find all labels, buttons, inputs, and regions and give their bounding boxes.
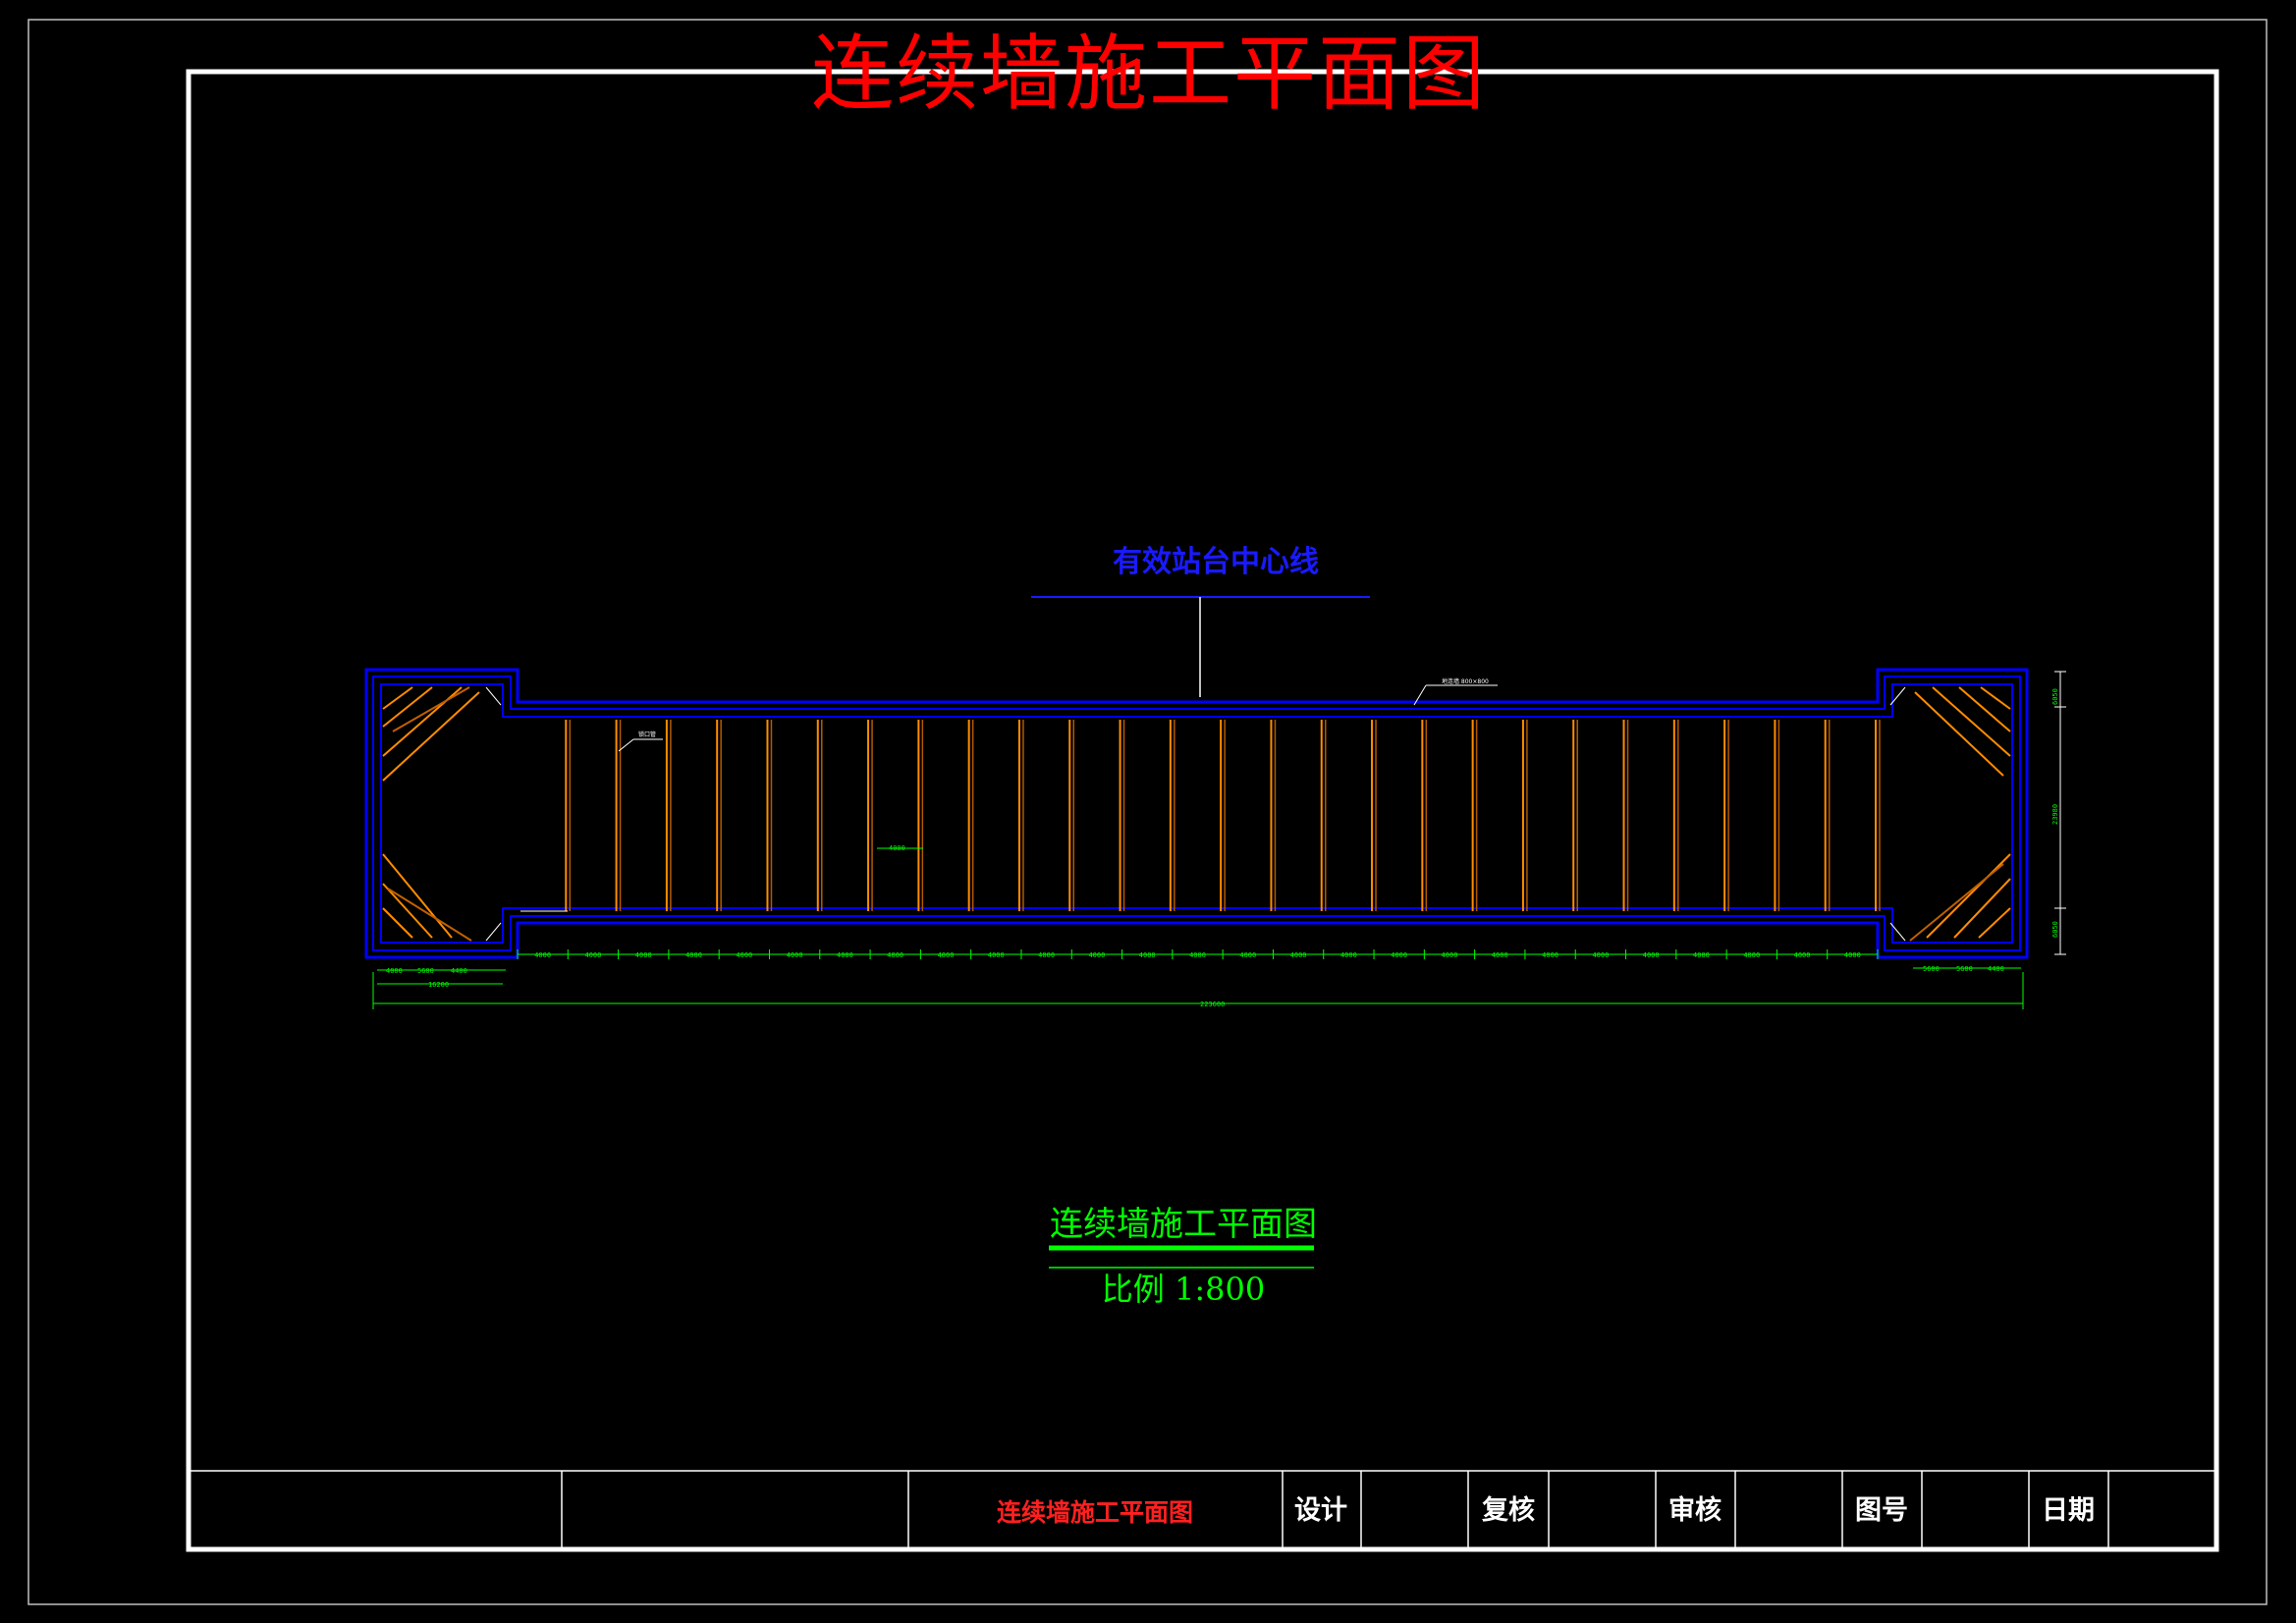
panel-joint: [1320, 720, 1327, 911]
right-dimensions: 6050 23980 6050: [2051, 671, 2066, 955]
bay-dim-label: 4000: [1290, 951, 1307, 959]
bay-dim-label: 4000: [887, 951, 903, 959]
left-shaft-diagonal-bottom: [485, 922, 502, 942]
tb-design-label: 设计: [1294, 1495, 1347, 1526]
bay-dim-label: 4000: [736, 951, 752, 959]
centerline-label: 有效站台中心线: [1113, 545, 1319, 579]
panel-joint: [1672, 720, 1679, 911]
left-end-total: 16200: [428, 981, 449, 989]
panel-joint: [1017, 720, 1024, 911]
tb-drawing-no-label: 图号: [1855, 1495, 1908, 1526]
bay-dim-label: 4000: [1189, 951, 1206, 959]
panel-joint: [1119, 720, 1125, 911]
bay-dim-label: 4000: [988, 951, 1005, 959]
wall-note: 地连墙 800×800: [1442, 677, 1489, 685]
bottom-dimensions: 4000 4000 4000 4000 4000 4000 4000 4000 4000 4000…: [372, 949, 2024, 1009]
bay-dim-label: 4000: [585, 951, 602, 959]
bay-dim-label: 4000: [1693, 951, 1710, 959]
panel-joint: [565, 720, 572, 911]
bay-dim-label: 4000: [685, 951, 702, 959]
bay-dim-label: 4000: [1794, 951, 1811, 959]
left-shaft: [382, 686, 480, 942]
right-end-dim-3: 4400: [1988, 965, 2004, 973]
bay-dim-label: 4000: [837, 951, 853, 959]
panel-joint: [1824, 720, 1831, 911]
bay-dim-label: 4000: [1139, 951, 1156, 959]
bay-dim-label: 4000: [1442, 951, 1458, 959]
drawing-frame: [186, 69, 2219, 1552]
wall-plan: 地连墙 800×800 锁口管 4000: [364, 668, 2029, 959]
bay-dim-label: 4000: [1038, 951, 1055, 959]
panel-joint: [917, 720, 924, 911]
bay-dim-label: 4000: [1743, 951, 1760, 959]
panel-joint: [1572, 720, 1578, 911]
left-end-dim-2: 5600: [417, 967, 434, 975]
scale-label: 比例 1:800: [1102, 1271, 1265, 1308]
panel-joint: [1068, 720, 1075, 911]
tie-note: 锁口管: [638, 730, 656, 738]
panel-joint: [1774, 720, 1780, 911]
panel-joint: [867, 720, 873, 911]
left-end-dim-3: 4400: [451, 967, 467, 975]
left-shaft-diagonal: [485, 686, 502, 706]
bay-dim-label: 4000: [1542, 951, 1558, 959]
panel-joint: [716, 720, 722, 911]
right-shaft: [1909, 686, 2011, 942]
middle-span-label: 4000: [889, 844, 905, 852]
panel-joint: [665, 720, 672, 911]
right-dim-top: 6050: [2051, 688, 2059, 705]
left-end-dim-1: 4000: [386, 967, 403, 975]
panel-joint: [816, 720, 823, 911]
bay-dim-label: 4000: [534, 951, 551, 959]
overall-length: 223600: [1200, 1001, 1225, 1008]
panel-joint: [967, 720, 974, 911]
bay-dim-label: 4000: [1492, 951, 1508, 959]
panel-joint: [1421, 720, 1428, 911]
panel-joint: [1521, 720, 1528, 911]
tb-review-label: 审核: [1668, 1494, 1722, 1526]
drawing-title: 连续墙施工平面图: [811, 26, 1487, 122]
bay-dim-label: 4000: [1391, 951, 1407, 959]
bay-dim-label: 4000: [1239, 951, 1256, 959]
right-dim-middle: 23980: [2051, 804, 2059, 825]
wall-outline-inner: [380, 683, 2013, 944]
panel-joint: [1220, 720, 1226, 911]
bay-dim-label: 4000: [787, 951, 803, 959]
panel-joints: [520, 720, 1881, 912]
bay-dim-label: 4000: [1340, 951, 1357, 959]
title-block: 连续墙施工平面图 设计 复核 审核 图号 日期: [191, 1470, 2214, 1547]
bay-dim-label: 4000: [1592, 951, 1609, 959]
panel-joint: [1169, 720, 1175, 911]
right-end-dim-1: 5600: [1923, 965, 1940, 973]
panel-joint: [615, 720, 622, 911]
tb-date-label: 日期: [2042, 1495, 2095, 1526]
panel-joint: [1875, 720, 1881, 911]
bay-dim-label: 4000: [938, 951, 955, 959]
bay-dim-label: 4000: [1088, 951, 1105, 959]
cad-drawing-canvas: 连续墙施工平面图 有效站台中心线 地连墙 800×800 锁口管 4000 40…: [27, 19, 2268, 1605]
panel-joint: [1471, 720, 1478, 911]
panel-joint: [1371, 720, 1377, 911]
panel-joint: [766, 720, 773, 911]
bay-dim-label: 4000: [1844, 951, 1861, 959]
panel-joint: [1622, 720, 1629, 911]
panel-joint: [1723, 720, 1729, 911]
tb-check-label: 复核: [1482, 1494, 1535, 1526]
right-end-dim-2: 5600: [1956, 965, 1973, 973]
right-dim-bottom: 6050: [2051, 921, 2059, 938]
tb-drawing-name: 连续墙施工平面图: [997, 1498, 1193, 1527]
outer-border: [27, 19, 2268, 1605]
bay-dim-label: 4000: [635, 951, 652, 959]
bay-dim-label: 4000: [1643, 951, 1660, 959]
plan-caption: 连续墙施工平面图: [1050, 1205, 1317, 1244]
panel-joint: [1270, 720, 1277, 911]
